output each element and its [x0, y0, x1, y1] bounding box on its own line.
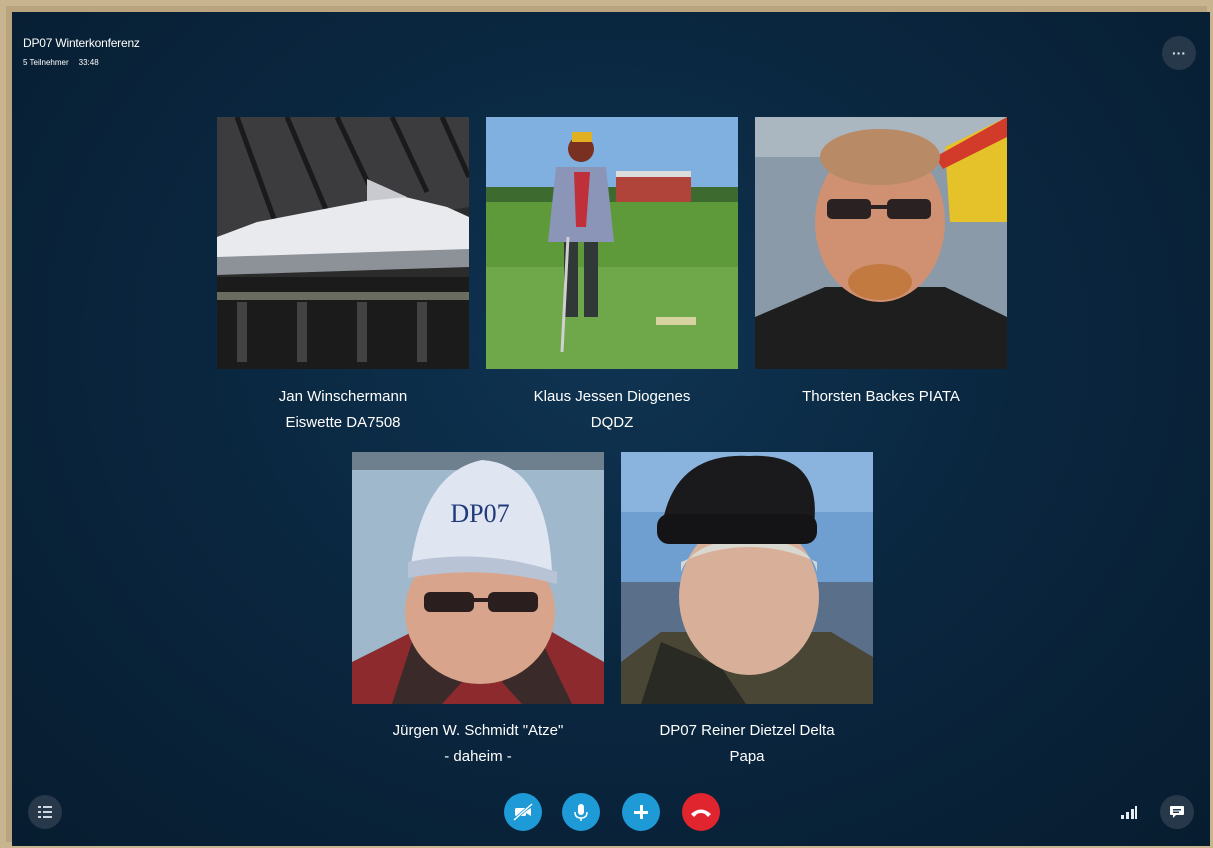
- participant-name: Jan Winschermann Eiswette DA7508: [193, 384, 493, 436]
- participant-name: DP07 Reiner Dietzel Delta Papa: [597, 718, 897, 770]
- participant-count: 5 Teilnehmer: [23, 58, 69, 67]
- participant-name-line1: Thorsten Backes PIATA: [802, 388, 960, 405]
- more-options-icon: ···: [1172, 45, 1186, 61]
- call-menu-button[interactable]: [28, 795, 62, 829]
- chat-button[interactable]: [1160, 795, 1194, 829]
- svg-text:DP07: DP07: [450, 499, 509, 528]
- menu-list-icon: [38, 806, 52, 818]
- call-window: DP07 Winterkonferenz 5 Teilnehmer 33:48 ·…: [12, 12, 1210, 846]
- hang-up-button[interactable]: [682, 793, 720, 831]
- participant-name-line1: DP07 Reiner Dietzel Delta: [659, 722, 835, 739]
- participant-name-line1: Klaus Jessen Diogenes: [533, 388, 691, 405]
- app-frame: DP07 Winterkonferenz 5 Teilnehmer 33:48 ·…: [0, 0, 1213, 848]
- participant-avatar[interactable]: [621, 452, 873, 704]
- participant-name-line2: DQDZ: [590, 414, 634, 431]
- man-with-beanie-photo: [621, 452, 873, 704]
- person-in-field-photo: [486, 117, 738, 369]
- participant-name-line2: Papa: [729, 748, 765, 765]
- mute-button[interactable]: [562, 793, 600, 831]
- video-off-icon: [513, 802, 533, 822]
- participant-name: Klaus Jessen Diogenes DQDZ: [462, 384, 762, 436]
- participant-name-line1: Jan Winschermann: [278, 388, 408, 405]
- participant-avatar[interactable]: [217, 117, 469, 369]
- signal-strength-icon: [1121, 806, 1137, 819]
- participant-name-line1: Jürgen W. Schmidt "Atze": [392, 722, 564, 739]
- participant-name: Thorsten Backes PIATA: [731, 384, 1031, 410]
- participant-name-line2: - daheim -: [444, 748, 512, 765]
- hang-up-icon: [691, 809, 711, 817]
- signal-indicator[interactable]: [1112, 795, 1146, 829]
- participant-avatar[interactable]: [486, 117, 738, 369]
- man-with-sunglasses-photo: [755, 117, 1007, 369]
- call-subtitle: 5 Teilnehmer 33:48: [23, 58, 109, 67]
- space-shuttle-photo: [217, 117, 469, 369]
- add-participant-button[interactable]: [622, 793, 660, 831]
- chat-icon: [1170, 806, 1184, 818]
- participant-name-line2: Eiswette DA7508: [285, 414, 401, 431]
- microphone-icon: [574, 804, 588, 821]
- participant-avatar[interactable]: [755, 117, 1007, 369]
- video-toggle-button[interactable]: [504, 793, 542, 831]
- add-icon: [634, 805, 648, 819]
- call-title: DP07 Winterkonferenz: [23, 36, 140, 50]
- call-duration: 33:48: [78, 58, 99, 67]
- man-with-cap-photo: DP07: [352, 452, 604, 704]
- more-options-button[interactable]: ···: [1162, 36, 1196, 70]
- participant-avatar[interactable]: DP07: [352, 452, 604, 704]
- participant-name: Jürgen W. Schmidt "Atze" - daheim -: [328, 718, 628, 770]
